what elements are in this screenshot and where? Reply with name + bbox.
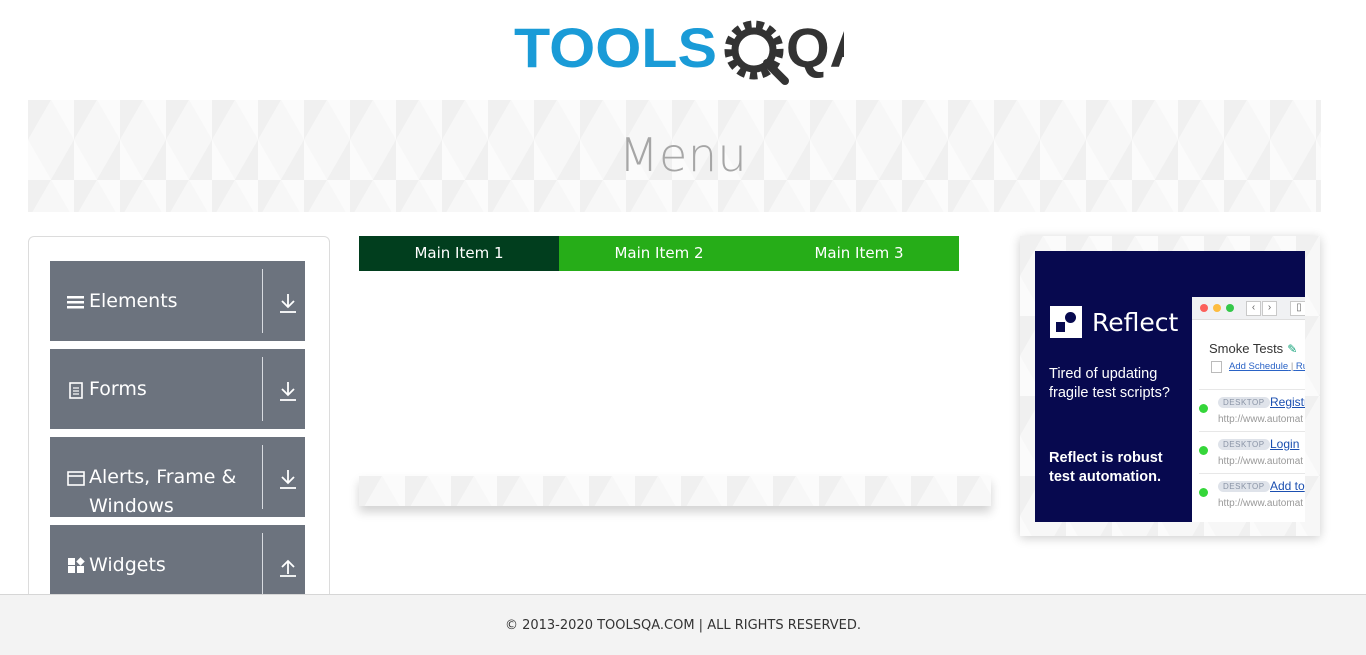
download-arrow-icon[interactable] [278, 291, 298, 315]
ad-tagline-bold: Reflect is robust test automation. [1049, 450, 1163, 485]
gear-magnifier-icon [724, 20, 789, 85]
hamburger-icon [67, 296, 84, 309]
window-icon [67, 471, 85, 486]
pencil-icon: ✎ [1287, 342, 1298, 356]
left-sidebar: Elements Forms Alerts, Frame & Windows W… [28, 236, 330, 618]
close-dot-icon [1200, 304, 1208, 312]
sidebar-group-elements[interactable]: Elements [50, 261, 305, 341]
minimize-dot-icon [1213, 304, 1221, 312]
divider [262, 357, 263, 421]
divider [262, 269, 263, 333]
divider [262, 533, 263, 597]
ad-tagline: Tired of updating fragile test scripts? [1049, 366, 1170, 401]
test-url: http://www.automat [1218, 414, 1304, 425]
sidebar-group-alerts-frame-windows[interactable]: Alerts, Frame & Windows [50, 437, 305, 517]
maximize-dot-icon [1226, 304, 1234, 312]
sidebar-group-widgets[interactable]: Widgets [50, 525, 305, 605]
menu-item-main-item-1[interactable]: Main Item 1 [359, 236, 559, 271]
test-url: http://www.automat [1218, 498, 1304, 509]
test-name: Login [1270, 437, 1300, 451]
status-dot-icon [1199, 488, 1208, 497]
document-icon [69, 382, 83, 399]
ad-brand-name: Reflect [1092, 307, 1179, 337]
site-footer: © 2013-2020 TOOLSQA.COM | ALL RIGHTS RES… [0, 594, 1366, 655]
reflect-ad[interactable]: Reflect Tired of updating fragile test s… [1035, 251, 1305, 522]
platform-badge: DESKTOP [1218, 397, 1270, 408]
sidebar-toggle-icon: ▯ [1290, 301, 1305, 316]
window-titlebar: ‹ › ▯ [1192, 297, 1305, 320]
suite-title: Smoke Tests ✎ [1209, 341, 1298, 356]
forward-chevron-icon: › [1262, 301, 1277, 316]
toolsqa-logo[interactable]: TOOLS QA [514, 14, 844, 94]
platform-badge: DESKTOP [1218, 481, 1270, 492]
test-url: http://www.automat [1218, 456, 1304, 467]
sidebar-group-label: Alerts, Frame & Windows [89, 466, 237, 517]
sidebar-group-forms[interactable]: Forms [50, 349, 305, 429]
sidebar-group-label: Widgets [89, 554, 166, 576]
copyright-text: © 2013-2020 TOOLSQA.COM | ALL RIGHTS RES… [504, 618, 862, 633]
logo-text-tools: TOOLS [514, 16, 717, 79]
platform-badge: DESKTOP [1218, 439, 1270, 450]
ad-brand: Reflect [1050, 306, 1178, 338]
test-name: Add to [1270, 479, 1305, 493]
logo-text-qa: QA [786, 16, 844, 79]
download-arrow-icon[interactable] [278, 379, 298, 403]
sidebar-group-label: Elements [89, 290, 178, 312]
site-header: TOOLS QA [0, 0, 1366, 100]
test-name: Registr [1270, 395, 1305, 409]
test-row: DESKTOP Registr http://www.automat [1199, 389, 1305, 430]
status-dot-icon [1199, 446, 1208, 455]
status-dot-icon [1199, 404, 1208, 413]
back-chevron-icon: ‹ [1246, 301, 1261, 316]
content-footer-strip [359, 476, 991, 506]
menu-item-main-item-3[interactable]: Main Item 3 [759, 236, 959, 271]
test-row: DESKTOP Login http://www.automat [1199, 431, 1305, 472]
ad-app-window: ‹ › ▯ Smoke Tests✎ Add Schedule | Ru DES… [1192, 297, 1305, 522]
sidebar-group-label: Forms [89, 378, 147, 400]
download-arrow-icon[interactable] [278, 467, 298, 491]
divider [262, 445, 263, 509]
calendar-icon [1211, 361, 1222, 373]
widgets-icon [68, 557, 85, 573]
schedule-links: Add Schedule | Ru [1229, 361, 1305, 372]
upload-arrow-icon[interactable] [278, 555, 298, 579]
page-title: Menu [618, 128, 748, 182]
menu-item-main-item-2[interactable]: Main Item 2 [559, 236, 759, 271]
test-row: DESKTOP Add to http://www.automat [1199, 473, 1305, 514]
main-menu: Main Item 1 Main Item 2 Main Item 3 [359, 236, 959, 271]
reflect-logo-icon [1050, 306, 1082, 338]
